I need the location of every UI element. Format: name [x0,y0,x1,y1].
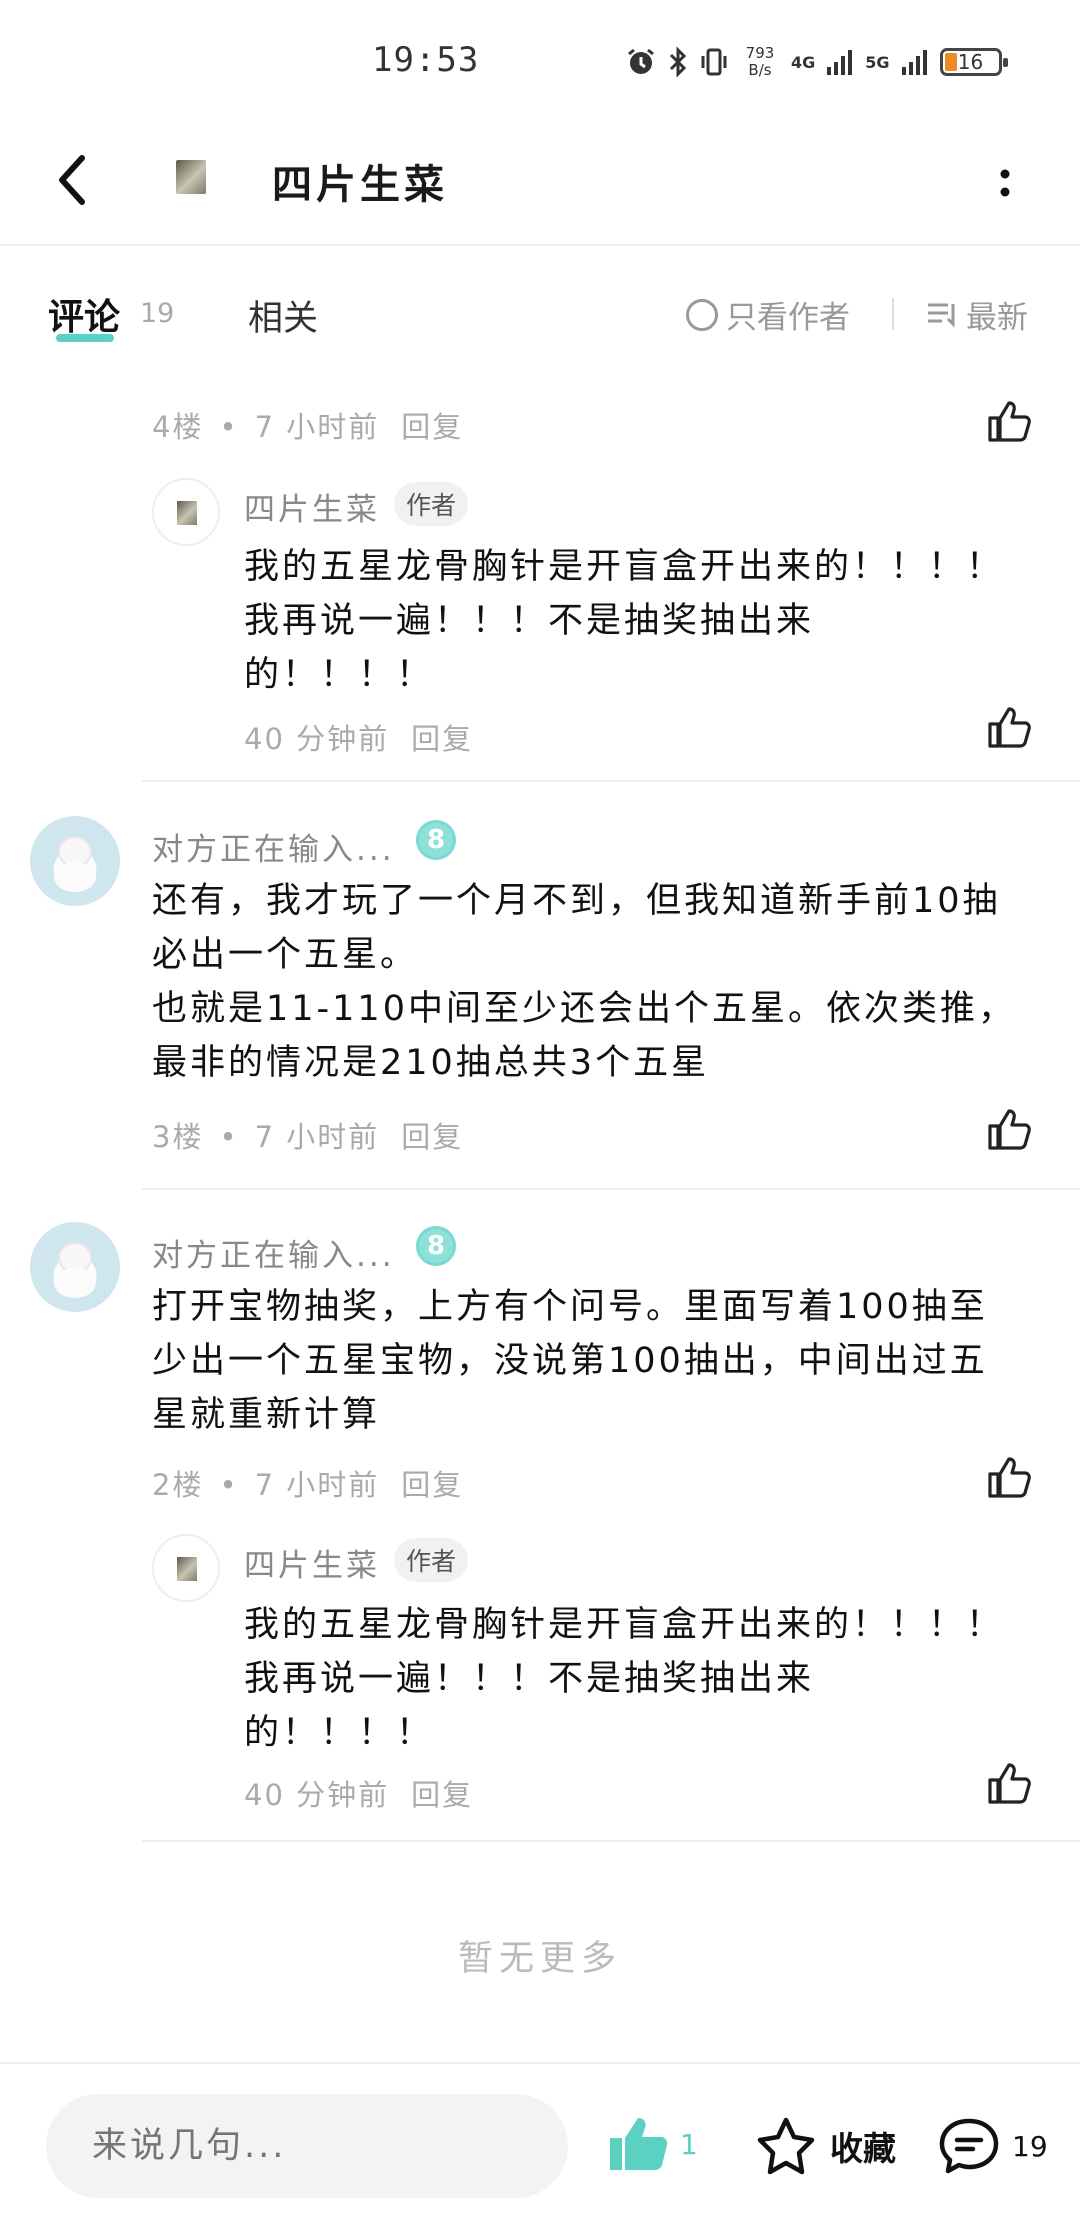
separator [142,780,1080,782]
thumbs-up-icon [610,2118,668,2170]
sort-list-icon [928,303,955,328]
network-type-5g: 5G [865,52,890,72]
radio-circle-icon [686,298,718,331]
reply-button[interactable]: 回复 [401,1120,463,1154]
battery-level: 16 [957,50,984,74]
vibrate-icon [701,48,727,76]
status-icons: 793 B/s 4G 5G 16 [625,40,1008,84]
author-only-label: 只看作者 [726,300,850,336]
active-tab-indicator [56,334,114,342]
comment-tabs: 评论 19 相关 只看作者 最新 [0,248,1080,368]
time-label: 40 分钟前 [244,722,390,756]
time-label: 7 小时前 [254,1120,380,1154]
signal-icon-2 [901,50,927,75]
reply-text: 我的五星龙骨胸针是开盲盒开出来的！！！！ 我再说一遍！！！不是抽奖抽出来 的！！… [244,1605,1005,1753]
alarm-icon [628,48,654,74]
author-tag: 作者 [394,482,469,526]
user-avatar[interactable] [30,1222,120,1312]
header-avatar[interactable] [176,160,206,194]
favorite-label: 收藏 [830,2129,896,2168]
bluetooth-icon [669,46,687,78]
comment-meta: 3楼 • 7 小时前 回复 [152,1120,464,1154]
favorite-button[interactable]: 收藏 [754,2116,896,2176]
tab-comments[interactable]: 评论 [48,288,120,340]
back-arrow-icon[interactable] [50,150,100,210]
author-only-toggle[interactable]: 只看作者 [686,292,850,337]
reply-username[interactable]: 四片生菜 [244,484,380,529]
comment-username[interactable]: 对方正在输入... [152,824,395,869]
reply-text: 我的五星龙骨胸针是开盲盒开出来的！！！！ 我再说一遍！！！不是抽奖抽出来 的！！… [244,547,1005,695]
sort-button[interactable]: 最新 [926,292,1028,337]
signal-icon [827,50,853,75]
like-count: 1 [680,2127,698,2161]
time-label: 7 小时前 [254,1468,380,1502]
page-title: 四片生菜 [272,162,448,208]
net-speed: 793 B/s [739,45,781,79]
reply-username[interactable]: 四片生菜 [244,1540,380,1585]
net-speed-value: 793 [745,44,775,62]
floor-label: 4楼 [152,410,204,444]
comment-username[interactable]: 对方正在输入... [152,1230,395,1275]
like-button[interactable]: 1 [606,2114,698,2174]
comment-input[interactable] [46,2094,568,2198]
star-icon [757,2117,815,2175]
net-speed-unit: B/s [748,61,772,79]
network-type-4g: 4G [791,52,816,72]
reply-button[interactable]: 回复 [401,1468,463,1502]
more-options-icon[interactable] [990,162,1020,212]
reply-button[interactable]: 回复 [401,410,463,444]
comment-meta: 4楼 • 7 小时前 回复 [152,410,464,444]
time-label: 7 小时前 [254,410,380,444]
tab-related[interactable]: 相关 [248,290,318,341]
floor-label: 2楼 [152,1468,204,1502]
like-icon[interactable] [986,398,1032,444]
like-icon[interactable] [986,1760,1032,1806]
reply-button[interactable]: 回复 [411,1778,473,1812]
level-badge: 8 [416,1226,456,1266]
bottom-bar: 1 收藏 19 [0,2062,1080,2228]
time-label: 40 分钟前 [244,1778,390,1812]
author-tag: 作者 [394,1538,469,1582]
status-time: 19:53 [372,40,480,80]
reply-meta: 40 分钟前 回复 [244,716,473,758]
no-more-text: 暂无更多 [457,1939,622,1979]
comments-button[interactable]: 19 [936,2116,1048,2176]
comment-bubble-icon [939,2118,999,2174]
level-badge: 8 [416,820,456,860]
like-icon[interactable] [986,1454,1032,1500]
reply-button[interactable]: 回复 [411,722,473,756]
tab-comments-count: 19 [140,298,175,329]
battery-icon: 16 [939,48,1008,76]
user-avatar[interactable] [30,816,120,906]
separator [142,1188,1080,1190]
top-bar: 四片生菜 [0,120,1080,246]
comment-count: 19 [1012,2129,1048,2163]
floor-label: 3楼 [152,1120,204,1154]
like-icon[interactable] [986,1106,1032,1152]
comment-text: 打开宝物抽奖，上方有个问号。里面写着100抽至 少出一个五星宝物，没说第100抽… [152,1287,988,1435]
status-bar: 19:53 793 B/s 4G 5G 16 [0,0,1080,120]
separator [142,1840,1080,1842]
reply-meta: 40 分钟前 回复 [244,1772,473,1814]
reply-avatar[interactable] [152,478,220,546]
reply-avatar[interactable] [152,1534,220,1602]
divider [892,298,894,330]
like-icon[interactable] [986,704,1032,750]
sort-label: 最新 [966,300,1028,336]
comment-text: 还有，我才玩了一个月不到，但我知道新手前10抽 必出一个五星。 也就是11-11… [152,881,1016,1083]
comment-meta: 2楼 • 7 小时前 回复 [152,1468,464,1502]
